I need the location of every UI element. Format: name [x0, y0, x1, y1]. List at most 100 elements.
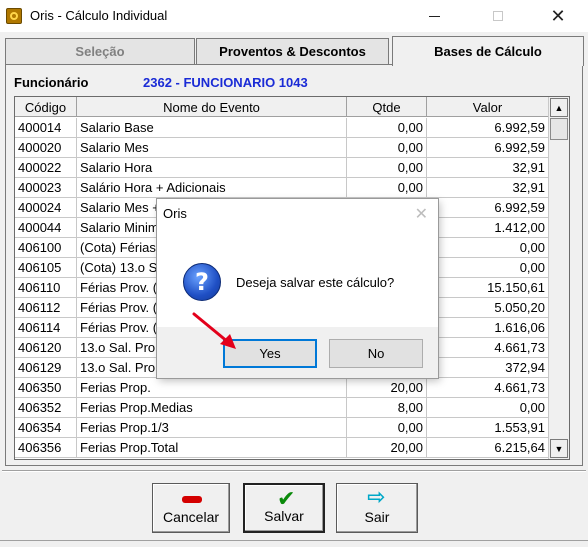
- cell-valor: 0,00: [427, 258, 549, 278]
- sair-label: Sair: [364, 509, 390, 525]
- cell-qtde: 0,00: [347, 418, 427, 438]
- cell-codigo: 406350: [15, 378, 77, 398]
- cell-nome-evento: Salario Base: [77, 118, 347, 138]
- scroll-down-button[interactable]: ▼: [550, 439, 568, 458]
- cell-qtde: 20,00: [347, 378, 427, 398]
- cancelar-button[interactable]: Cancelar: [152, 483, 230, 533]
- cell-qtde: 0,00: [347, 118, 427, 138]
- cell-nome-evento: Salario Hora: [77, 158, 347, 178]
- cell-codigo: 406129: [15, 358, 77, 378]
- cell-valor: 372,94: [427, 358, 549, 378]
- dialog-close-icon[interactable]: ✕: [415, 204, 428, 224]
- cell-valor: 32,91: [427, 158, 549, 178]
- minus-icon: [182, 496, 202, 503]
- cell-valor: 6.992,59: [427, 198, 549, 218]
- table-row[interactable]: 400023 Salário Hora + Adicionais 0,00 32,91: [15, 178, 549, 198]
- cell-valor: 6.992,59: [427, 138, 549, 158]
- tab-bases-de-calculo[interactable]: Bases de Cálculo: [392, 36, 584, 66]
- cell-nome-evento: Ferias Prop.Medias: [77, 398, 347, 418]
- cell-codigo: 400044: [15, 218, 77, 238]
- cell-codigo: 406354: [15, 418, 77, 438]
- active-tab-joint: [393, 63, 583, 66]
- sair-button[interactable]: ⇨ Sair: [336, 483, 418, 533]
- table-row[interactable]: 406352 Ferias Prop.Medias 8,00 0,00: [15, 398, 549, 418]
- question-icon: ?: [183, 263, 221, 301]
- table-row[interactable]: 400014 Salario Base 0,00 6.992,59: [15, 118, 549, 138]
- funcionario-value: 2362 - FUNCIONARIO 1043: [143, 75, 308, 90]
- tab-selecao[interactable]: Seleção: [5, 38, 195, 64]
- cell-qtde: 0,00: [347, 158, 427, 178]
- cell-qtde: 8,00: [347, 398, 427, 418]
- cell-codigo: 406356: [15, 438, 77, 458]
- no-button[interactable]: No: [329, 339, 423, 368]
- header-qtde[interactable]: Qtde: [347, 97, 427, 117]
- maximize-icon: [493, 11, 503, 21]
- close-icon: ✕: [550, 5, 566, 26]
- vertical-scrollbar[interactable]: ▲ ▼: [548, 97, 569, 459]
- header-codigo[interactable]: Código: [15, 97, 77, 117]
- cell-valor: 4.661,73: [427, 338, 549, 358]
- cell-nome-evento: Ferias Prop.: [77, 378, 347, 398]
- cell-codigo: 400022: [15, 158, 77, 178]
- cell-valor: 15.150,61: [427, 278, 549, 298]
- close-button[interactable]: ✕: [536, 0, 580, 32]
- table-row[interactable]: 400020 Salario Mes 0,00 6.992,59: [15, 138, 549, 158]
- cancelar-label: Cancelar: [162, 509, 220, 525]
- funcionario-label: Funcionário: [14, 75, 89, 90]
- cell-nome-evento: Ferias Prop.Total: [77, 438, 347, 458]
- cell-valor: 6.992,59: [427, 118, 549, 138]
- triangle-down-icon: ▼: [554, 443, 564, 454]
- dialog-title: Oris: [163, 206, 187, 221]
- table-row[interactable]: 406350 Ferias Prop. 20,00 4.661,73: [15, 378, 549, 398]
- cell-nome-evento: Salário Hora + Adicionais: [77, 178, 347, 198]
- cell-valor: 1.553,91: [427, 418, 549, 438]
- cell-valor: 6.215,64: [427, 438, 549, 458]
- cell-codigo: 406120: [15, 338, 77, 358]
- cell-nome-evento: Ferias Prop.1/3: [77, 418, 347, 438]
- table-row[interactable]: 406354 Ferias Prop.1/3 0,00 1.553,91: [15, 418, 549, 438]
- window-title: Oris - Cálculo Individual: [30, 8, 168, 23]
- minimize-icon: [428, 15, 440, 17]
- cell-nome-evento: Salario Mes: [77, 138, 347, 158]
- header-nome-evento[interactable]: Nome do Evento: [77, 97, 347, 117]
- cell-codigo: 406110: [15, 278, 77, 298]
- tab-proventos-descontos[interactable]: Proventos & Descontos: [196, 38, 389, 64]
- scroll-up-button[interactable]: ▲: [550, 98, 568, 117]
- grid-header: Código Nome do Evento Qtde Valor: [15, 97, 549, 117]
- cell-codigo: 400014: [15, 118, 77, 138]
- cell-qtde: 20,00: [347, 438, 427, 458]
- status-strip: [0, 540, 588, 547]
- salvar-button[interactable]: ✔ Salvar: [243, 483, 325, 533]
- cell-valor: 1.616,06: [427, 318, 549, 338]
- cell-qtde: 0,00: [347, 138, 427, 158]
- table-row[interactable]: 400022 Salario Hora 0,00 32,91: [15, 158, 549, 178]
- cell-codigo: 406114: [15, 318, 77, 338]
- annotation-arrow-icon: [192, 312, 236, 349]
- checkmark-icon: ✔: [277, 486, 296, 511]
- minimize-button[interactable]: [412, 0, 456, 32]
- cell-valor: 0,00: [427, 398, 549, 418]
- cell-valor: 1.412,00: [427, 218, 549, 238]
- title-bar: Oris - Cálculo Individual ✕: [0, 0, 588, 32]
- arrow-right-icon: ⇨: [367, 484, 386, 509]
- header-valor[interactable]: Valor: [427, 97, 549, 117]
- cell-codigo: 406100: [15, 238, 77, 258]
- cell-codigo: 406352: [15, 398, 77, 418]
- table-row[interactable]: 406356 Ferias Prop.Total 20,00 6.215,64: [15, 438, 549, 458]
- dialog-title-bar: Oris ✕: [157, 199, 438, 229]
- app-icon: [6, 8, 22, 24]
- maximize-button[interactable]: [476, 0, 520, 32]
- cell-valor: 32,91: [427, 178, 549, 198]
- triangle-up-icon: ▲: [554, 102, 564, 113]
- cell-codigo: 400023: [15, 178, 77, 198]
- cell-valor: 0,00: [427, 238, 549, 258]
- dialog-message: Deseja salvar este cálculo?: [236, 275, 395, 290]
- scroll-thumb[interactable]: [550, 118, 568, 140]
- cell-codigo: 406112: [15, 298, 77, 318]
- separator: [2, 470, 586, 472]
- cell-valor: 4.661,73: [427, 378, 549, 398]
- cell-codigo: 400024: [15, 198, 77, 218]
- cell-codigo: 406105: [15, 258, 77, 278]
- cell-qtde: 0,00: [347, 178, 427, 198]
- cell-valor: 5.050,20: [427, 298, 549, 318]
